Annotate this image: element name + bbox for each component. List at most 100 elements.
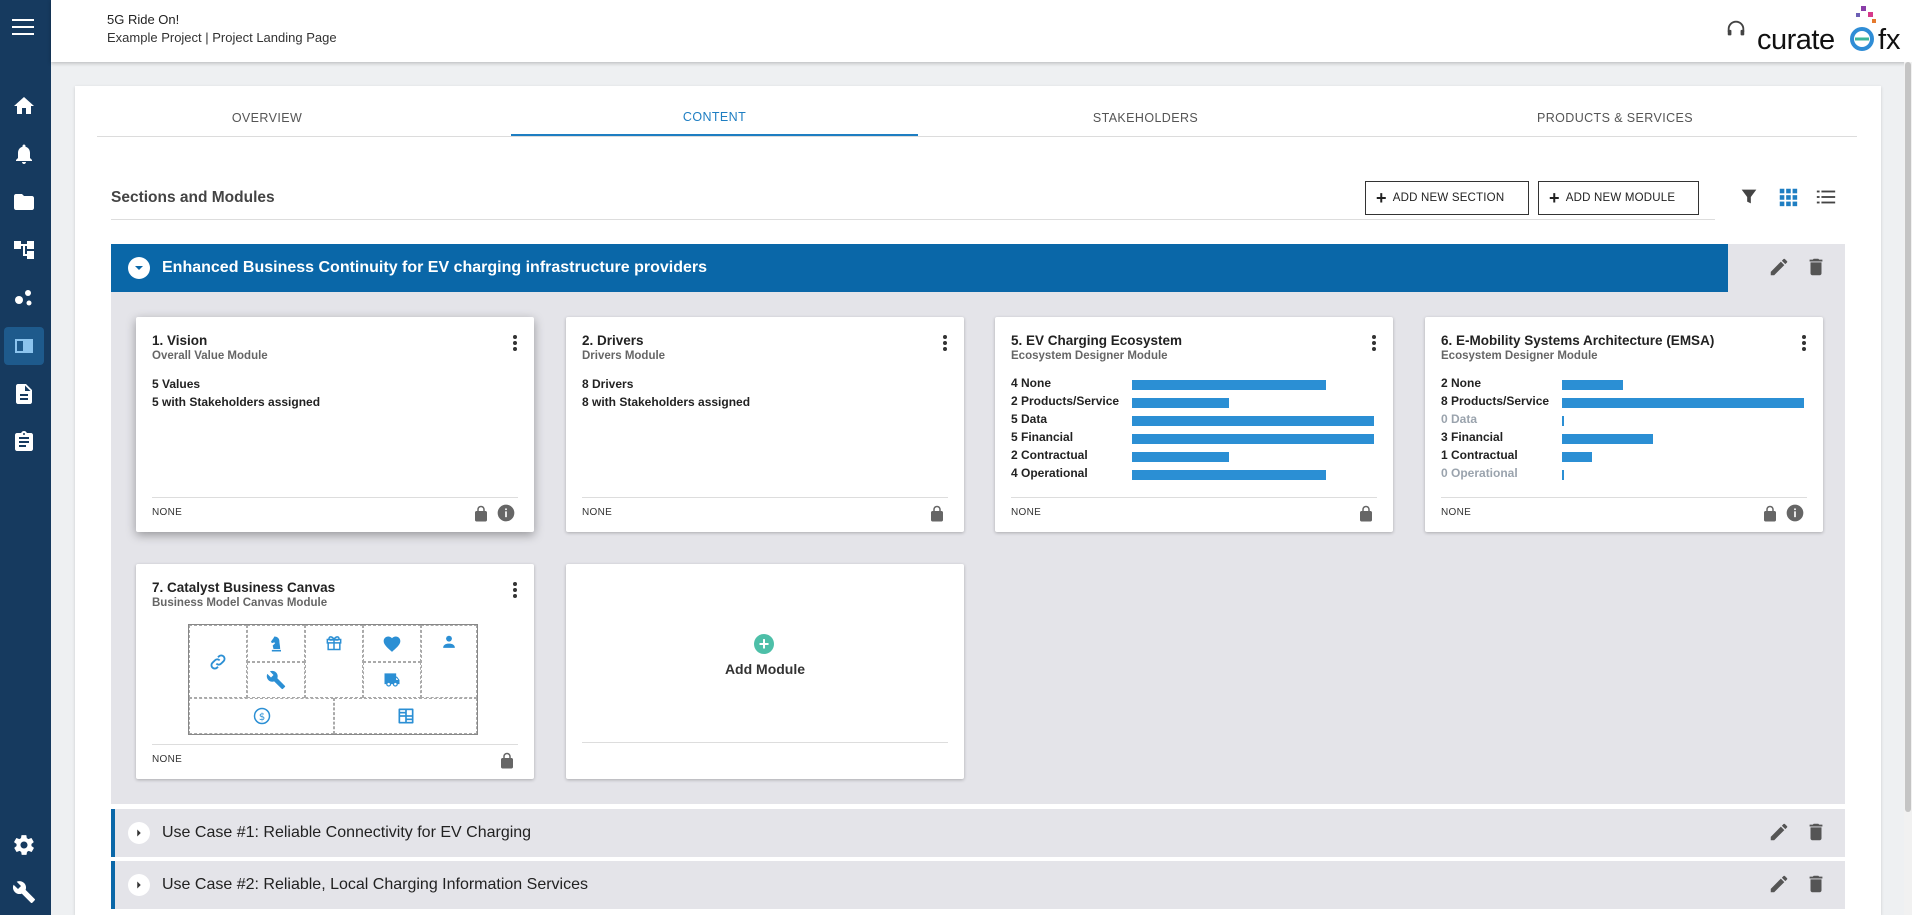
lock-icon[interactable]: [472, 504, 490, 524]
more-menu-icon[interactable]: [1371, 335, 1377, 355]
bar-row: 0 Operational: [1441, 465, 1821, 483]
bar-row: 4 Operational: [1011, 465, 1391, 483]
card-title: 1. Vision: [152, 333, 208, 348]
bar-mark: [1562, 470, 1564, 480]
bar-mark: [1562, 434, 1653, 444]
relationship-bars: 4 None 2 Products/Service 5 Data 5 Financia…: [1011, 375, 1391, 483]
page-title: Sections and Modules: [111, 189, 275, 206]
more-menu-icon[interactable]: [1801, 335, 1807, 355]
module-card-catalyst-business-canvas[interactable]: 7. Catalyst Business Canvas Business Mod…: [136, 564, 534, 779]
wrench-icon: [247, 662, 305, 698]
divider: [582, 742, 948, 743]
edit-section-icon[interactable]: [1768, 256, 1792, 280]
scrollbar-thumb[interactable]: [1905, 62, 1911, 812]
module-card-emsa[interactable]: 6. E-Mobility Systems Architecture (EMSA…: [1425, 317, 1823, 532]
divider: [1441, 497, 1807, 498]
section-header-collapsed[interactable]: Use Case #1: Reliable Connectivity for E…: [111, 809, 1845, 857]
lock-icon[interactable]: [928, 504, 946, 524]
svg-text:$: $: [258, 712, 264, 723]
info-icon[interactable]: [496, 503, 516, 523]
business-canvas-thumbnail: $: [188, 624, 478, 735]
nav-book-icon[interactable]: [4, 327, 44, 365]
divider: [152, 744, 518, 745]
app-header: 5G Ride On! Example Project | Project La…: [51, 0, 1912, 62]
add-module-card[interactable]: + Add Module: [566, 564, 964, 779]
module-card-ev-charging-ecosystem[interactable]: 5. EV Charging Ecosystem Ecosystem Desig…: [995, 317, 1393, 532]
edit-section-icon[interactable]: [1768, 873, 1792, 897]
nav-gear-icon[interactable]: [4, 826, 44, 864]
card-stat: 8 with Stakeholders assigned: [582, 395, 751, 409]
card-title: 5. EV Charging Ecosystem: [1011, 333, 1183, 348]
nav-bell-icon[interactable]: [4, 135, 44, 173]
nav-clipboard-icon[interactable]: [4, 423, 44, 461]
collapse-toggle-icon[interactable]: [128, 257, 150, 279]
headset-icon[interactable]: [1725, 18, 1747, 40]
lock-icon[interactable]: [1761, 504, 1779, 524]
nav-folder-icon[interactable]: [4, 183, 44, 221]
bar-mark: [1132, 452, 1229, 462]
card-stat: 5 with Stakeholders assigned: [152, 395, 321, 409]
info-icon[interactable]: [1785, 503, 1805, 523]
add-module-button[interactable]: + ADD NEW MODULE: [1538, 181, 1699, 215]
grid-view-icon[interactable]: [1777, 186, 1799, 208]
module-card-vision[interactable]: 1. Vision Overall Value Module 5 Values …: [136, 317, 534, 532]
edit-section-icon[interactable]: [1768, 821, 1792, 845]
divider: [111, 219, 1715, 220]
nav-document-icon[interactable]: [4, 375, 44, 413]
add-section-button[interactable]: + ADD NEW SECTION: [1365, 181, 1529, 215]
module-card-drivers[interactable]: 2. Drivers Drivers Module 8 Drivers 8 wi…: [566, 317, 964, 532]
section-title: Enhanced Business Continuity for EV char…: [162, 259, 707, 276]
divider: [1011, 497, 1377, 498]
expand-toggle-icon[interactable]: [128, 822, 150, 844]
section-title: Use Case #2: Reliable, Local Charging In…: [162, 876, 588, 893]
card-footer-label: NONE: [152, 754, 183, 765]
tab-overview[interactable]: OVERVIEW: [97, 100, 437, 135]
bar-label: 4 None: [1011, 376, 1052, 390]
card-subtitle: Ecosystem Designer Module: [1441, 350, 1598, 362]
breadcrumb[interactable]: Example Project | Project Landing Page: [107, 30, 337, 45]
card-stat: 8 Drivers: [582, 377, 634, 391]
tab-stakeholders[interactable]: STAKEHOLDERS: [918, 100, 1373, 135]
bar-mark: [1132, 380, 1326, 390]
add-circle-icon[interactable]: +: [754, 634, 774, 654]
tab-products-services[interactable]: PRODUCTS & SERVICES: [1373, 100, 1857, 135]
nav-home-icon[interactable]: [4, 87, 44, 125]
bar-mark: [1562, 416, 1564, 426]
lock-icon[interactable]: [498, 751, 516, 771]
lock-icon[interactable]: [1357, 504, 1375, 524]
bar-mark: [1562, 452, 1592, 462]
bar-row: 1 Contractual: [1441, 447, 1821, 465]
card-subtitle: Business Model Canvas Module: [152, 597, 328, 609]
gift-icon: [305, 625, 363, 698]
calculator-icon: [334, 698, 477, 734]
delete-section-icon[interactable]: [1805, 821, 1829, 845]
tab-bar: OVERVIEW CONTENT STAKEHOLDERS PRODUCTS &…: [97, 100, 1857, 137]
add-module-label: Add Module: [724, 661, 806, 677]
delete-section-icon[interactable]: [1805, 256, 1829, 280]
more-menu-icon[interactable]: [512, 582, 518, 602]
tab-content[interactable]: CONTENT: [511, 100, 918, 136]
bar-label: 8 Products/Service: [1441, 394, 1550, 408]
bar-label: 5 Financial: [1011, 430, 1074, 444]
section-header-collapsed[interactable]: Use Case #2: Reliable, Local Charging In…: [111, 861, 1845, 909]
filter-icon[interactable]: [1738, 186, 1760, 208]
bar-mark: [1132, 416, 1374, 426]
more-menu-icon[interactable]: [512, 335, 518, 355]
curatefx-logo[interactable]: curate fx: [1757, 4, 1907, 56]
expand-toggle-icon[interactable]: [128, 874, 150, 896]
divider: [152, 497, 518, 498]
main-panel: OVERVIEW CONTENT STAKEHOLDERS PRODUCTS &…: [75, 86, 1881, 915]
bar-label: 5 Data: [1011, 412, 1048, 426]
card-subtitle: Overall Value Module: [152, 350, 268, 362]
nav-network-icon[interactable]: [4, 279, 44, 317]
list-view-icon[interactable]: [1815, 186, 1837, 208]
bar-row: 4 None: [1011, 375, 1391, 393]
delete-section-icon[interactable]: [1805, 873, 1829, 897]
nav-hierarchy-icon[interactable]: [4, 231, 44, 269]
nav-wrench-icon[interactable]: [4, 873, 44, 911]
dollar-coin-icon: $: [189, 698, 334, 734]
scrollbar[interactable]: [1904, 62, 1912, 915]
section-header[interactable]: Enhanced Business Continuity for EV char…: [111, 244, 1728, 292]
menu-icon[interactable]: [12, 19, 34, 37]
more-menu-icon[interactable]: [942, 335, 948, 355]
